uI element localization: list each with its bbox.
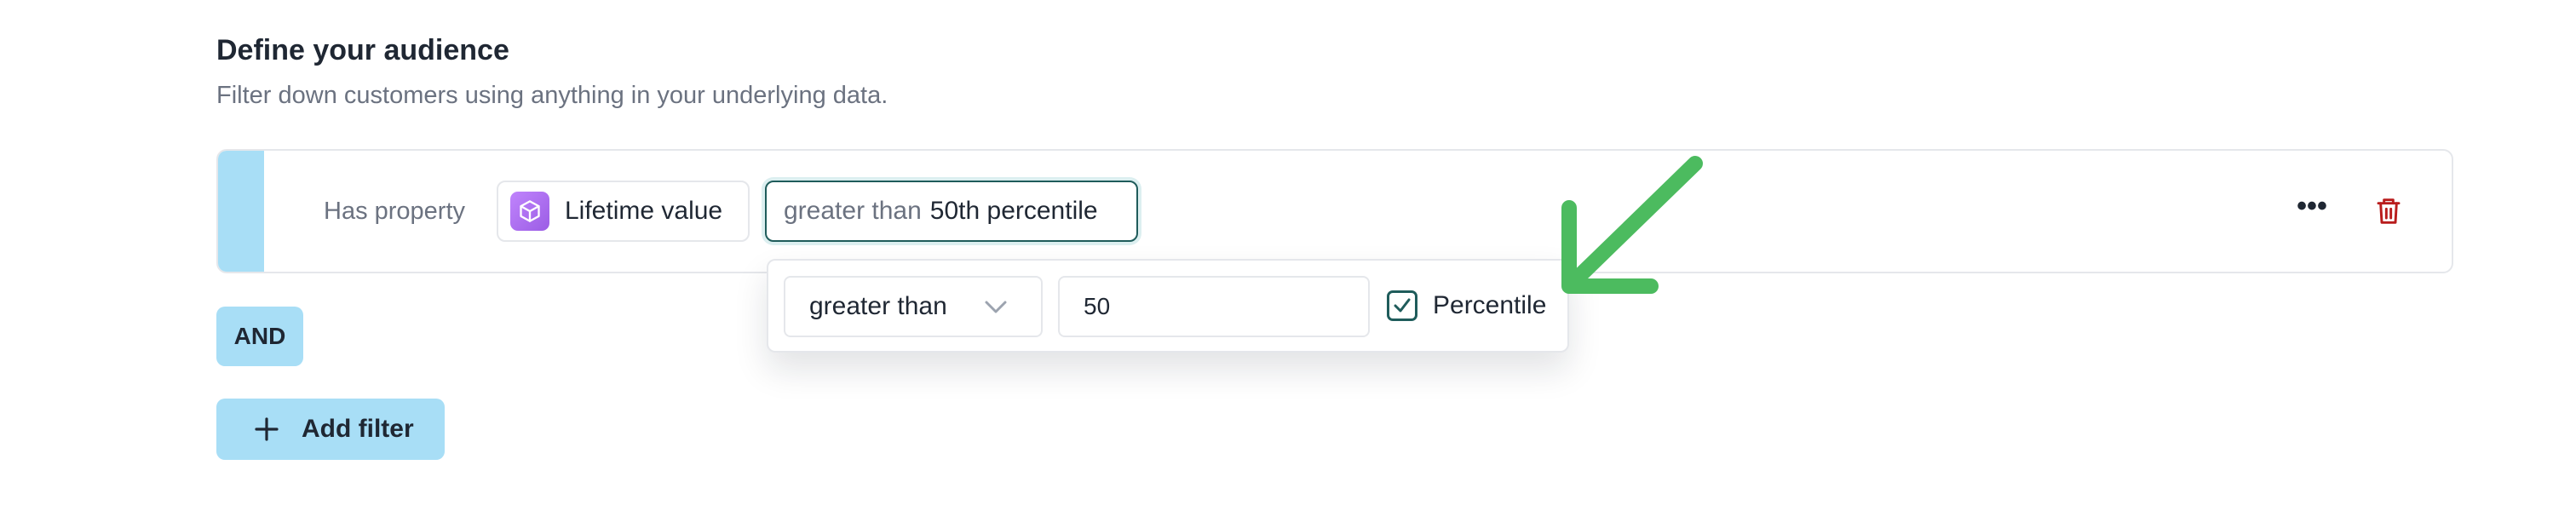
operator-select-value: greater than (809, 292, 947, 320)
section-title: Define your audience (216, 34, 509, 66)
percentile-toggle[interactable]: Percentile (1387, 286, 1546, 325)
filter-card-accent (218, 151, 264, 272)
add-filter-label: Add filter (302, 415, 414, 443)
plus-icon (255, 417, 279, 441)
section-subtitle: Filter down customers using anything in … (216, 82, 888, 109)
percentile-checkbox[interactable] (1387, 290, 1417, 321)
condition-chip[interactable]: greater than 50th percentile (765, 181, 1138, 242)
check-icon (1394, 298, 1411, 313)
more-horizontal-icon[interactable]: ••• (2293, 192, 2331, 225)
condition-operator: greater than (784, 197, 922, 225)
property-chip-label: Lifetime value (565, 197, 723, 225)
add-filter-button[interactable]: Add filter (216, 399, 445, 460)
annotation-arrow-icon (1561, 156, 1703, 294)
percentile-label: Percentile (1433, 291, 1547, 319)
and-conjunction-badge[interactable]: AND (216, 307, 303, 366)
condition-popover: greater than Percentile (767, 259, 1569, 353)
chevron-down-icon (985, 301, 1007, 313)
cube-icon (510, 192, 549, 231)
value-input[interactable] (1058, 276, 1370, 337)
condition-value: 50th percentile (929, 197, 1098, 225)
property-chip[interactable]: Lifetime value (497, 181, 750, 242)
filter-prefix-label: Has property (324, 198, 466, 225)
trash-icon[interactable] (2375, 196, 2402, 227)
operator-select[interactable]: greater than (784, 276, 1043, 337)
